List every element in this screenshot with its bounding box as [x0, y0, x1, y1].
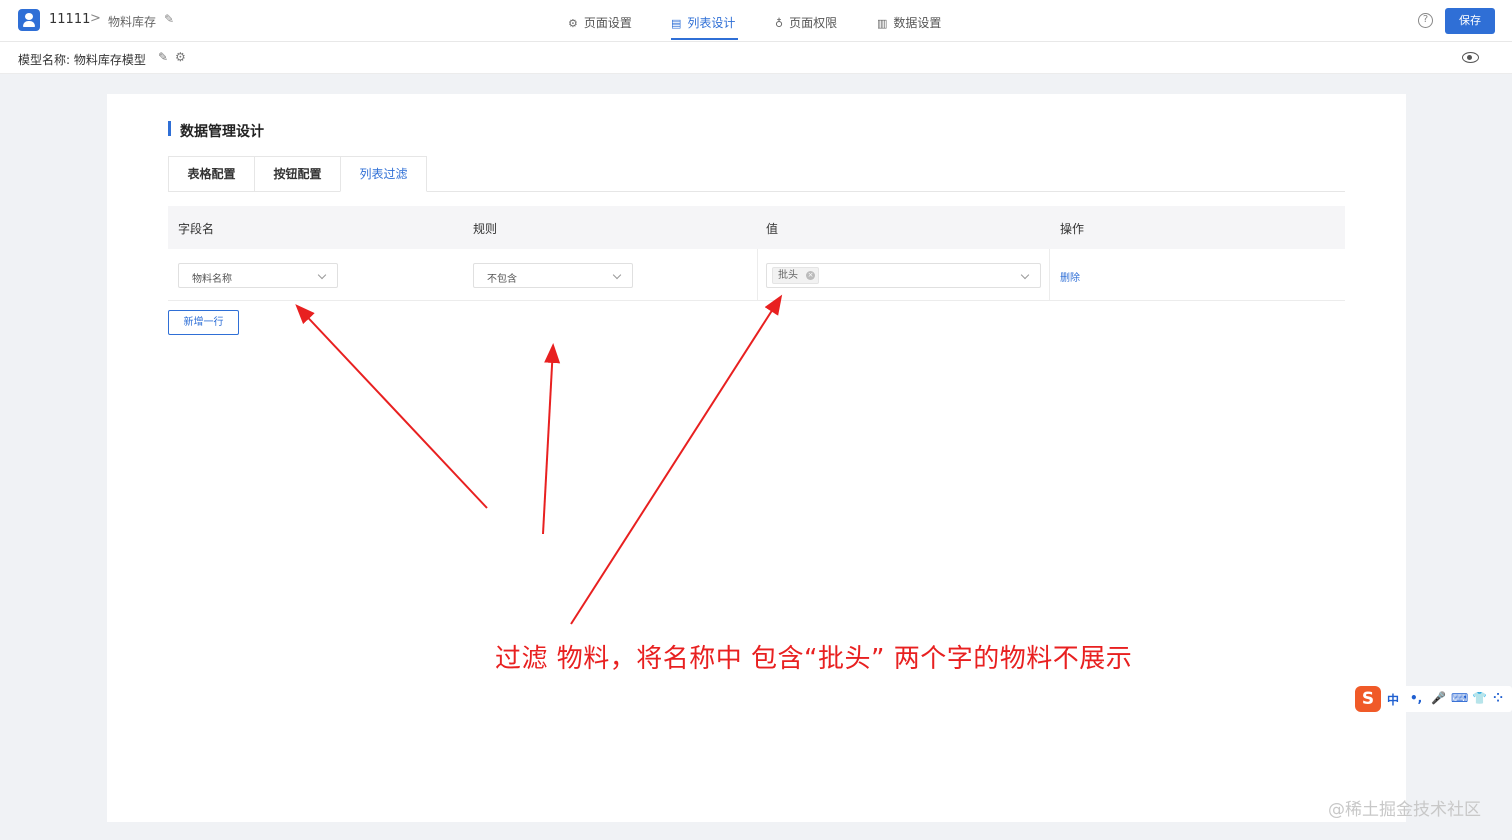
rule-select[interactable]: 不包含	[473, 263, 633, 288]
ime-skin-icon[interactable]: 👕	[1472, 691, 1487, 705]
tab-page-permissions[interactable]: ♁ 页面权限	[775, 14, 837, 31]
ime-microphone-icon[interactable]: 🎤	[1431, 691, 1446, 705]
ime-tools-icon[interactable]: ⁘	[1493, 691, 1503, 705]
tab-label: 页面权限	[789, 16, 838, 30]
table-row: 物料名称 不包含 批头 × 删除	[168, 249, 1345, 301]
active-tab-underline	[671, 38, 738, 40]
tag-close-icon[interactable]: ×	[806, 271, 815, 280]
tab-data-settings[interactable]: ▥ 数据设置	[877, 14, 941, 31]
model-name-label: 模型名称: 物料库存模型	[18, 53, 146, 67]
column-header-field: 字段名	[178, 222, 215, 236]
tab-button-config[interactable]: 按钮配置	[254, 156, 341, 192]
tab-divider	[427, 191, 1345, 192]
field-select[interactable]: 物料名称	[178, 263, 338, 288]
tab-list-filter[interactable]: 列表过滤	[340, 156, 427, 192]
app-user-icon[interactable]	[18, 9, 40, 31]
tab-list-design[interactable]: ▤ 列表设计	[671, 14, 735, 31]
ime-punctuation-icon[interactable]: •,	[1410, 691, 1422, 705]
tab-label: 列表设计	[687, 16, 736, 30]
ime-toolbar: S 中 •, 🎤 ⌨ 👕 ⁘	[1355, 686, 1512, 712]
add-row-button[interactable]: 新增一行	[168, 310, 239, 335]
section-title-marker	[168, 121, 171, 136]
preview-eye-icon[interactable]	[1462, 52, 1479, 63]
cell-divider	[757, 249, 758, 301]
tab-label: 页面设置	[583, 16, 632, 30]
value-tag-label: 批头	[778, 270, 798, 281]
chevron-down-icon	[317, 270, 327, 280]
value-multiselect[interactable]: 批头 ×	[766, 263, 1041, 288]
column-header-action: 操作	[1060, 222, 1085, 236]
rule-select-value: 不包含	[487, 274, 517, 285]
annotation-text: 过滤 物料，将名称中 包含“批头” 两个字的物料不展示	[495, 644, 1133, 674]
top-bar: 11111 > 物料库存 ✎ ⚙ 页面设置 ▤ 列表设计 ♁ 页面权限 ▥ 数据设置 ?…	[0, 0, 1512, 42]
tab-table-config[interactable]: 表格配置	[168, 156, 255, 192]
table-header: 字段名 规则 值 操作	[168, 206, 1345, 249]
tab-label: 数据设置	[893, 16, 942, 30]
chevron-down-icon	[612, 270, 622, 280]
breadcrumb-chevron-icon: >	[90, 11, 101, 26]
model-settings-icon[interactable]: ⚙	[175, 50, 186, 64]
column-header-value: 值	[766, 222, 779, 236]
field-select-value: 物料名称	[192, 274, 232, 285]
tab-page-settings[interactable]: ⚙ 页面设置	[568, 14, 632, 31]
edit-model-icon[interactable]: ✎	[158, 50, 168, 64]
save-button[interactable]: 保存	[1445, 8, 1495, 34]
lock-icon: ♁	[775, 17, 784, 30]
list-design-icon: ▤	[671, 17, 682, 30]
chevron-down-icon	[1020, 270, 1030, 280]
main-card: 数据管理设计 表格配置 按钮配置 列表过滤 字段名 规则 值 操作 物料名称 不…	[107, 94, 1406, 822]
value-tag: 批头 ×	[772, 267, 819, 284]
gear-icon: ⚙	[568, 17, 578, 30]
sogou-logo-icon[interactable]: S	[1355, 686, 1381, 712]
help-icon[interactable]: ?	[1418, 13, 1433, 28]
cell-divider	[1049, 249, 1050, 301]
delete-row-link[interactable]: 删除	[1060, 269, 1080, 284]
section-title: 数据管理设计	[180, 124, 264, 140]
app-name[interactable]: 11111	[49, 12, 90, 27]
ime-keyboard-icon[interactable]: ⌨	[1451, 691, 1468, 705]
column-header-rule: 规则	[473, 222, 498, 236]
watermark: @稀土掘金技术社区	[1328, 800, 1481, 820]
edit-pencil-icon[interactable]: ✎	[164, 12, 174, 26]
model-bar: 模型名称: 物料库存模型 ✎ ⚙	[0, 42, 1512, 74]
breadcrumb-page-name: 物料库存	[108, 15, 157, 29]
bar-chart-icon: ▥	[877, 17, 888, 30]
ime-chinese-mode-icon[interactable]: 中	[1387, 691, 1399, 708]
